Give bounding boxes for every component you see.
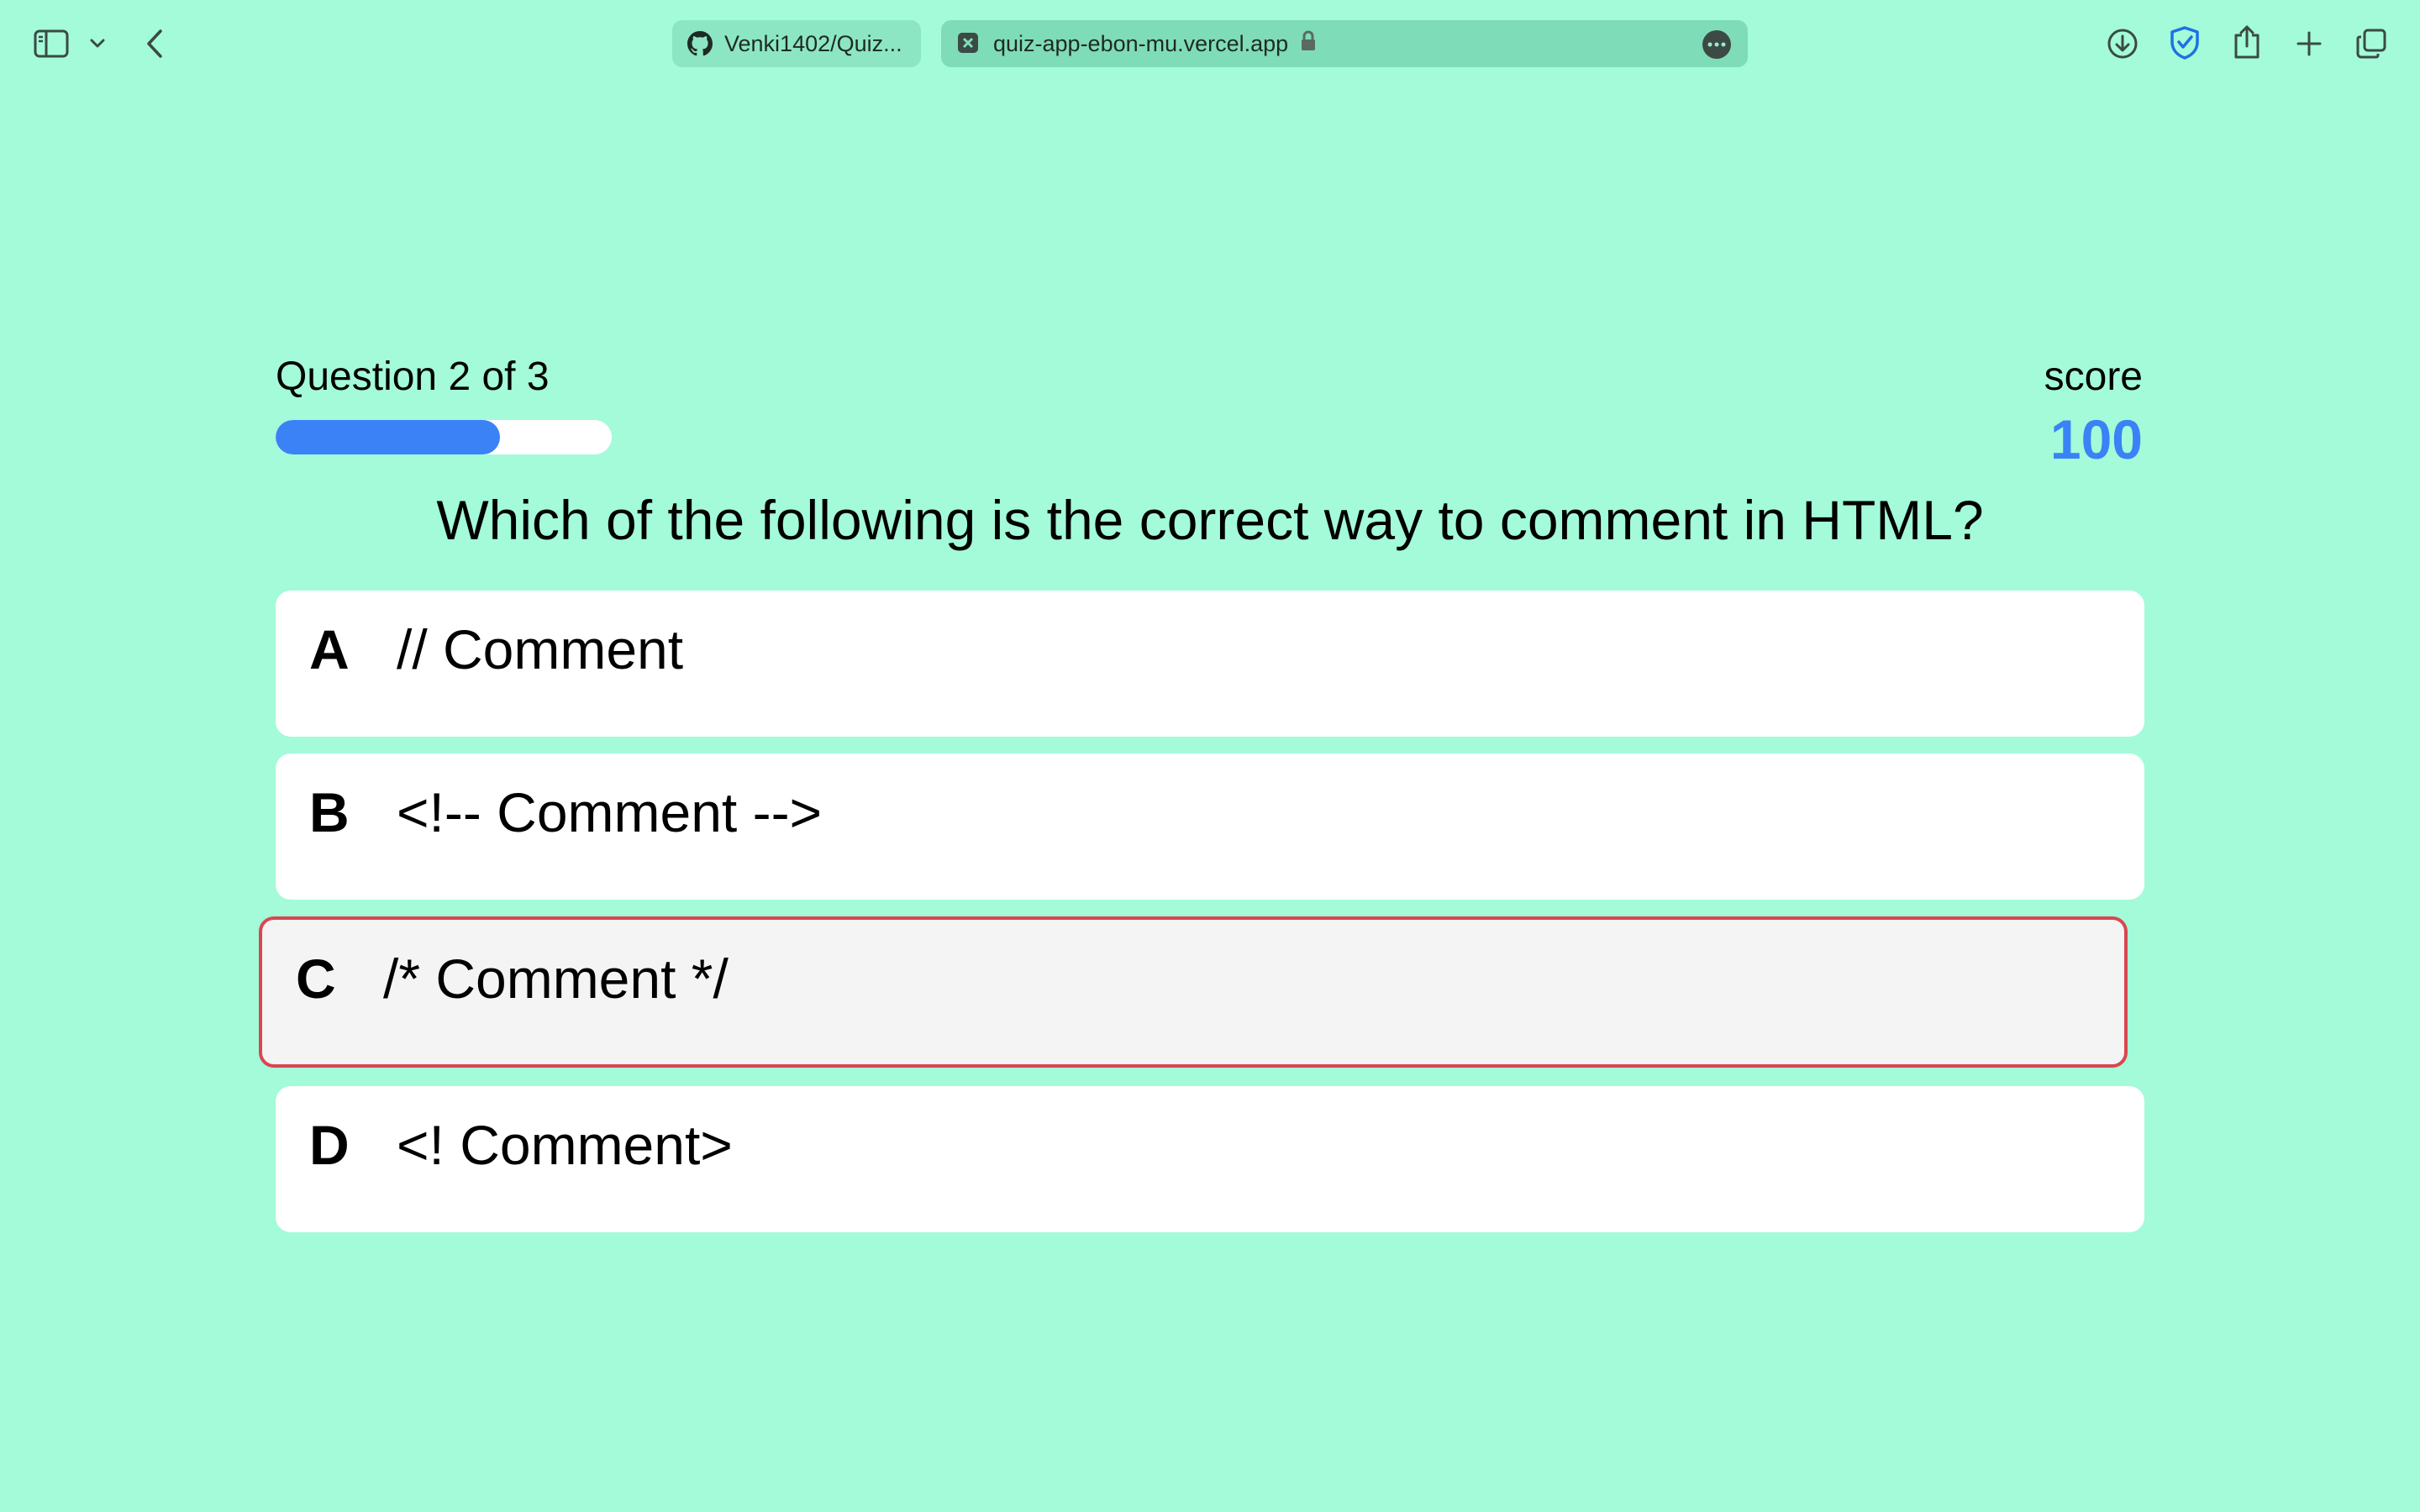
address-text: quiz-app-ebon-mu.vercel.app [993, 30, 1289, 56]
progress-bar [276, 420, 612, 454]
shield-icon[interactable] [2166, 24, 2203, 62]
option-letter: A [309, 618, 350, 680]
option-text: // Comment [397, 618, 684, 680]
option-text: /* Comment */ [383, 948, 729, 1010]
option-text: <! Comment> [397, 1114, 733, 1176]
browser-toolbar: Venki1402/Quiz... quiz-app-ebon-mu.verce… [0, 0, 2420, 87]
download-icon[interactable] [2104, 25, 2141, 62]
github-icon [687, 31, 713, 56]
sidebar-icon[interactable] [32, 27, 71, 60]
question-progress-label: Question 2 of 3 [276, 354, 550, 399]
back-icon[interactable] [139, 25, 170, 62]
option-a[interactable]: A // Comment [276, 591, 2144, 737]
option-c-selected-incorrect[interactable]: C /* Comment */ [259, 916, 2128, 1068]
question-text: Which of the following is the correct wa… [436, 489, 1984, 551]
favicon-x-icon [956, 31, 981, 56]
tab-label: Venki1402/Quiz... [724, 30, 902, 56]
option-d[interactable]: D <! Comment> [276, 1086, 2144, 1232]
chevron-down-icon[interactable] [87, 34, 108, 54]
tabs-overview-icon[interactable] [2353, 25, 2390, 62]
option-letter: D [309, 1114, 350, 1176]
tab-github[interactable]: Venki1402/Quiz... [672, 20, 921, 67]
more-options-icon[interactable] [1702, 30, 1731, 59]
progress-bar-fill [276, 420, 500, 454]
score-label: score [2044, 354, 2143, 399]
option-letter: C [296, 948, 336, 1010]
option-letter: B [309, 781, 350, 843]
tab-active-address[interactable]: quiz-app-ebon-mu.vercel.app [941, 20, 1748, 67]
option-text: <!-- Comment --> [397, 781, 823, 843]
share-icon[interactable] [2230, 22, 2264, 62]
option-b[interactable]: B <!-- Comment --> [276, 753, 2144, 900]
plus-icon[interactable] [2292, 27, 2326, 60]
score-value: 100 [2049, 408, 2143, 470]
lock-icon [1300, 30, 1317, 58]
